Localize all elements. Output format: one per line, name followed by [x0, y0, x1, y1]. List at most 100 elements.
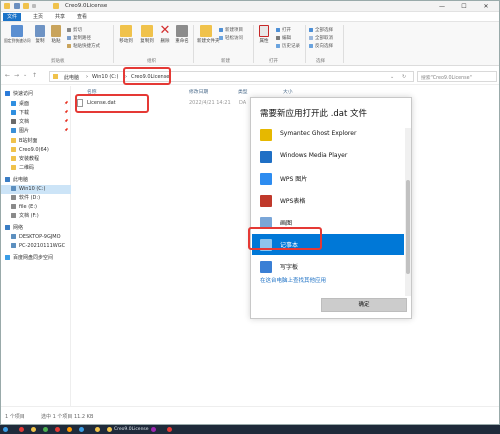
breadcrumb-this-pc[interactable]: 此电脑 — [64, 74, 79, 81]
taskbar-item[interactable] — [66, 426, 74, 433]
scrollbar-thumb[interactable] — [406, 180, 410, 274]
taskbar-item[interactable] — [78, 426, 86, 433]
back-arrow-icon[interactable]: ← — [5, 72, 10, 79]
close-button[interactable]: ✕ — [475, 1, 497, 12]
taskbar-item[interactable]: Creo9.0License — [106, 426, 149, 433]
app-option-media-player[interactable]: Windows Media Player — [252, 146, 404, 167]
new-folder-button[interactable]: 新建文件夹 — [197, 25, 220, 44]
copy-button[interactable]: 复制 — [33, 25, 47, 44]
sidebar-item-this-pc[interactable]: 此电脑 — [1, 176, 71, 185]
sidebar-item-pc-2021[interactable]: PC-20210111WGC — [1, 242, 71, 251]
new-item-button[interactable]: 新建项目 — [219, 27, 243, 33]
address-bar[interactable]: 此电脑 › Win10 (C:) › Creo9.0License ⌄ ↻ — [49, 71, 414, 82]
group-organize-label: 组织 — [147, 59, 156, 64]
rename-label: 重命名 — [175, 39, 189, 44]
taskbar-item[interactable] — [2, 426, 10, 433]
sidebar-item-desktop[interactable]: 桌面 — [1, 100, 71, 109]
app-option-ghost-explorer[interactable]: Symantec Ghost Explorer — [252, 124, 404, 145]
taskbar-item[interactable] — [30, 426, 38, 433]
sidebar-item-qr-code[interactable]: 二维码 — [1, 164, 71, 173]
open-button[interactable]: 打开 — [276, 27, 291, 33]
easy-access-button[interactable]: 轻松访问 — [219, 35, 243, 41]
history-button[interactable]: 历史记录 — [276, 43, 300, 49]
app-option-wps-photo[interactable]: WPS 图片 — [252, 168, 404, 189]
column-type[interactable]: 类型 — [238, 88, 248, 95]
navigation-pane: 快速访问 桌面 📌 下载 📌 文档 📌 图片 📌 B站封面 Creo9.0(64) 安装教程 二维码 此电… — [1, 86, 71, 406]
select-none-button[interactable]: 全部取消 — [309, 35, 333, 41]
move-to-label: 移动到 — [119, 39, 133, 44]
sidebar-item-drive-c[interactable]: Win10 (C:) — [1, 185, 71, 194]
sidebar-item-pictures[interactable]: 图片 — [1, 127, 71, 136]
chevron-down-icon[interactable]: ⌄ — [23, 72, 27, 78]
taskbar-item[interactable] — [42, 426, 50, 433]
chevron-down-icon[interactable]: ⌄ — [390, 74, 394, 80]
save-icon[interactable] — [14, 3, 20, 9]
tab-file[interactable]: 文件 — [3, 13, 22, 21]
sidebar-item-downloads[interactable]: 下载 — [1, 109, 71, 118]
paste-shortcut-button[interactable]: 粘贴快捷方式 — [67, 43, 100, 49]
paste-button[interactable]: 粘贴 — [49, 25, 63, 44]
sidebar-item-install-guide[interactable]: 安装教程 — [1, 155, 71, 164]
refresh-icon[interactable]: ↻ — [402, 74, 406, 80]
select-all-label: 全部选择 — [315, 28, 333, 33]
sidebar-item-documents[interactable]: 文档 — [1, 118, 71, 127]
sidebar-item-network[interactable]: 网络 — [1, 224, 71, 233]
documents-icon — [11, 118, 16, 124]
cut-button[interactable]: 剪切 — [67, 27, 82, 33]
minimize-button[interactable]: — — [431, 1, 453, 12]
sidebar-item-quick-access[interactable]: 快速访问 — [1, 90, 71, 99]
edit-button[interactable]: 编辑 — [276, 35, 291, 41]
app-icon — [95, 427, 100, 432]
sidebar-item-bilibili-cover[interactable]: B站封面 — [1, 137, 71, 146]
sidebar-item-drive-f[interactable]: 文档 (F:) — [1, 212, 71, 221]
dropdown-icon[interactable] — [32, 4, 36, 8]
sidebar-item-label: 安装教程 — [19, 156, 40, 162]
delete-icon: ✕ — [159, 23, 171, 38]
tab-home[interactable]: 主页 — [29, 13, 47, 21]
taskbar-item[interactable] — [150, 426, 158, 433]
invert-selection-button[interactable]: 反向选择 — [309, 43, 333, 49]
column-size[interactable]: 大小 — [283, 88, 293, 95]
sidebar-item-drive-d[interactable]: 软件 (D:) — [1, 194, 71, 203]
tab-share[interactable]: 共享 — [51, 13, 69, 21]
up-arrow-icon[interactable]: ↑ — [32, 72, 37, 79]
more-apps-link[interactable]: 在这台电脑上查找其他应用 — [260, 276, 326, 284]
copy-to-icon — [141, 25, 153, 37]
new-item-label: 新建项目 — [225, 28, 243, 33]
maximize-button[interactable]: ☐ — [453, 1, 475, 12]
pin-icon: 📌 — [64, 110, 69, 114]
breadcrumb-drive-c[interactable]: Win10 (C:) — [92, 74, 118, 80]
tab-view[interactable]: 查看 — [73, 13, 91, 21]
easy-access-icon — [219, 35, 223, 40]
search-input[interactable]: 搜索"Creo9.0License" — [417, 71, 497, 82]
select-all-button[interactable]: 全部选择 — [309, 27, 333, 33]
taskbar-item[interactable] — [54, 426, 62, 433]
sidebar-item-label: PC-20210111WGC — [19, 243, 66, 249]
taskbar-item[interactable] — [166, 426, 174, 433]
app-option-wps-sheet[interactable]: WPS表格 — [252, 190, 404, 211]
properties-button[interactable]: 属性 — [257, 25, 271, 44]
folder-icon[interactable] — [23, 3, 29, 9]
sidebar-item-drive-e[interactable]: file (E:) — [1, 203, 71, 212]
group-select-label: 选择 — [316, 59, 325, 64]
app-option-wordpad[interactable]: 写字板 — [252, 256, 404, 277]
forward-arrow-icon[interactable]: → — [14, 72, 19, 79]
taskbar-item[interactable] — [94, 426, 102, 433]
sidebar-item-label: 快速访问 — [13, 91, 34, 97]
rename-button[interactable]: 重命名 — [174, 25, 190, 44]
sidebar-item-creo-folder[interactable]: Creo9.0(64) — [1, 146, 71, 155]
pin-button[interactable]: 固定到快速访问 — [4, 25, 31, 44]
scissors-icon — [67, 27, 71, 32]
sidebar-item-label: Win10 (C:) — [19, 186, 46, 192]
sidebar-item-baidu-sync[interactable]: 百度网盘同步空间 — [1, 254, 71, 263]
sidebar-item-desktop-pc[interactable]: DESKTOP-9GJMO — [1, 233, 71, 242]
quick-access-icon — [5, 90, 10, 96]
delete-button[interactable]: ✕ 删除 — [158, 23, 172, 44]
column-date[interactable]: 修改日期 — [189, 88, 208, 95]
copy-path-button[interactable]: 复制路径 — [67, 35, 91, 41]
copy-to-button[interactable]: 复制到 — [138, 25, 156, 44]
move-to-button[interactable]: 移动到 — [117, 25, 135, 44]
ok-button[interactable]: 确定 — [321, 298, 407, 312]
taskbar-item[interactable] — [18, 426, 26, 433]
pin-icon — [11, 25, 23, 37]
